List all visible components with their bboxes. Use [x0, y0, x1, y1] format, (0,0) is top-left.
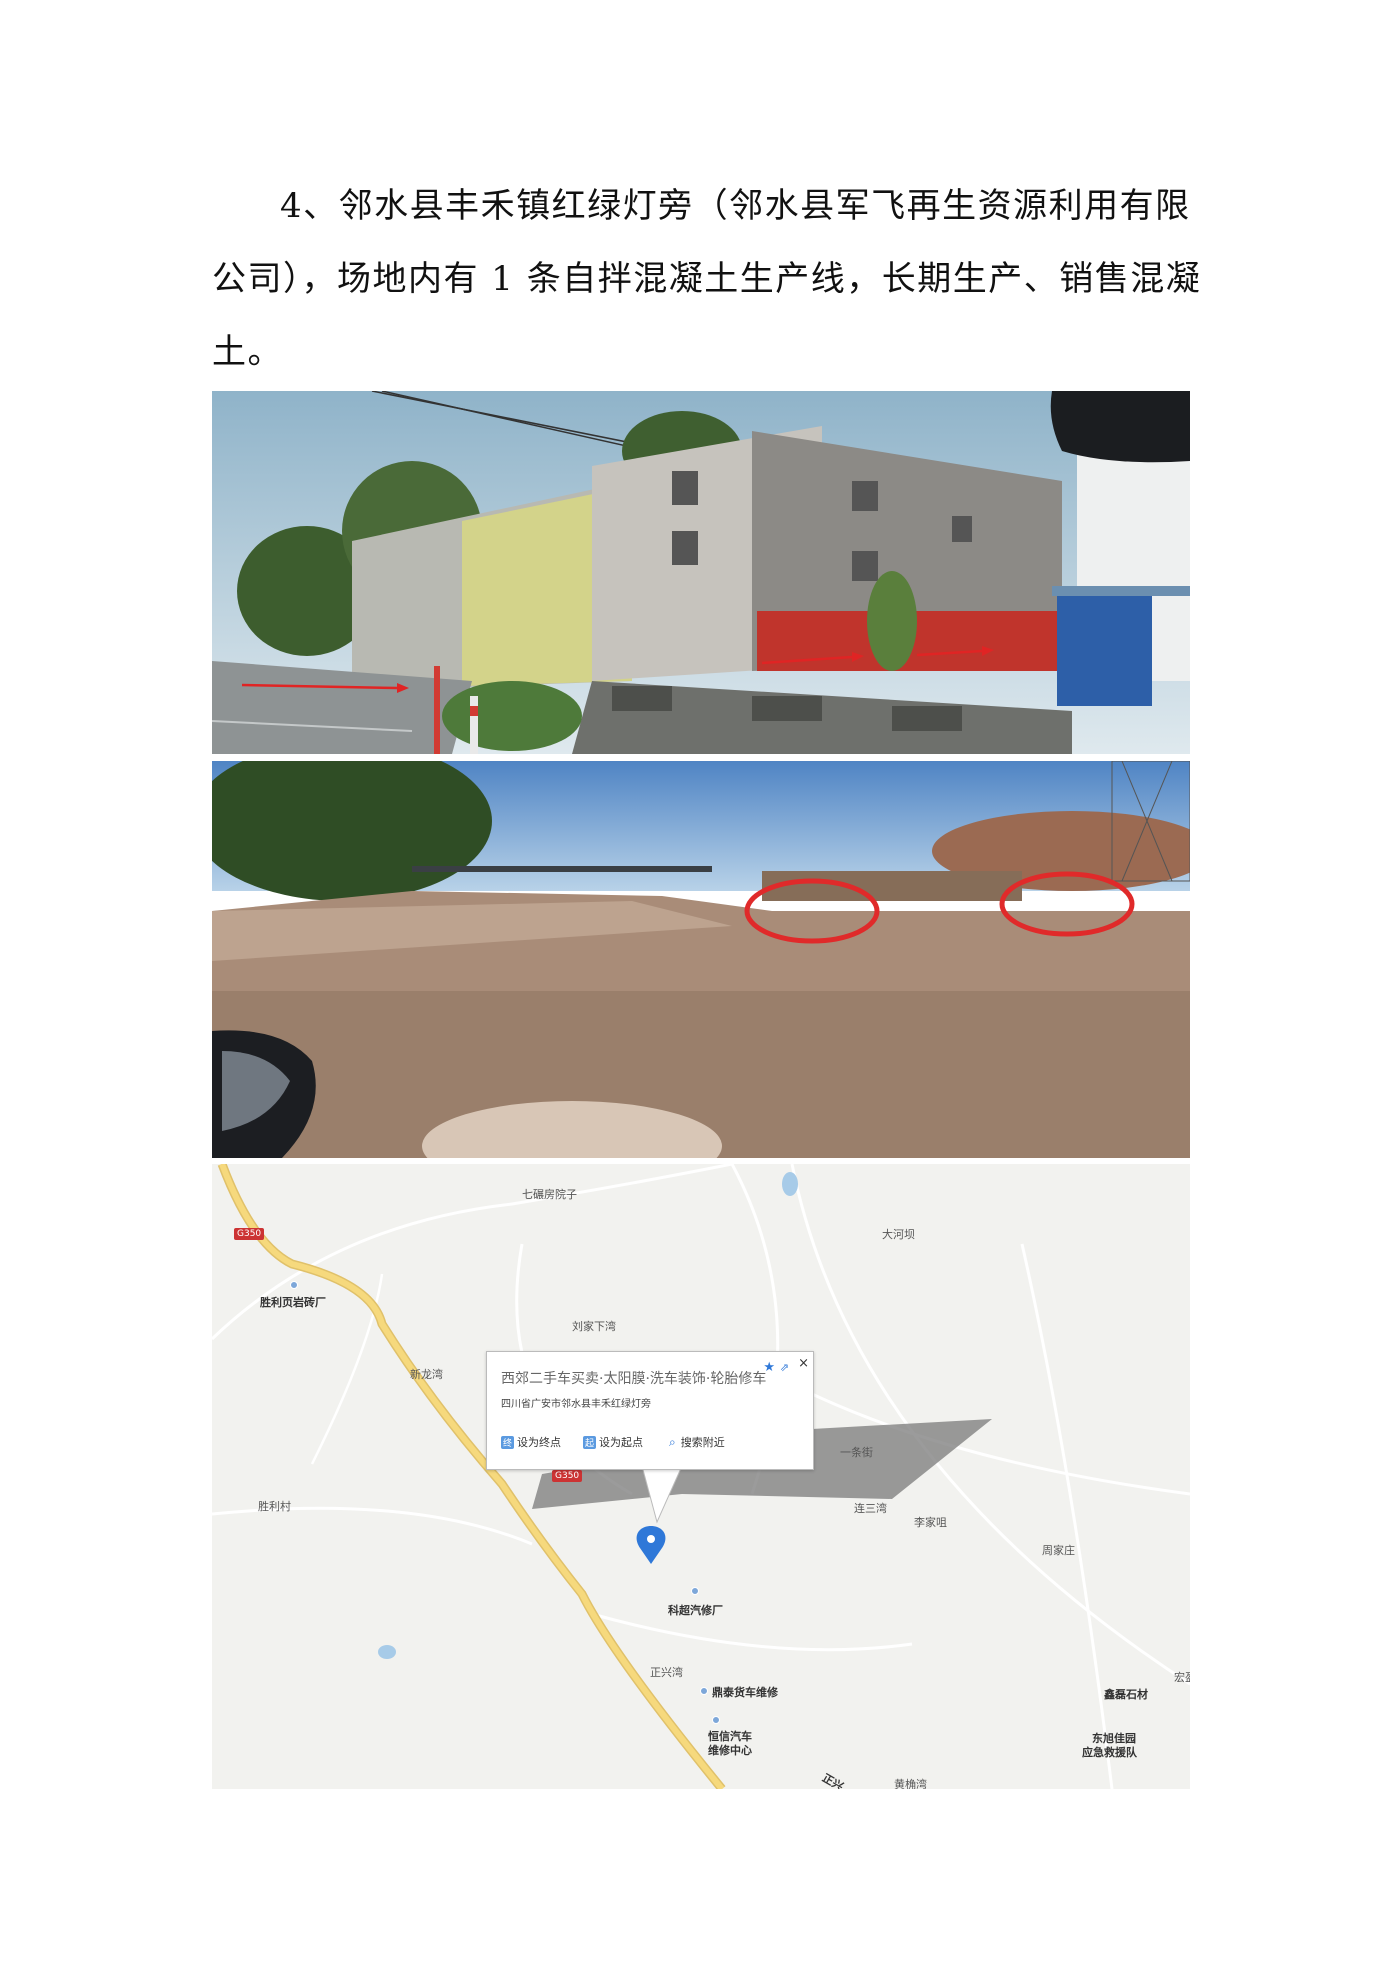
map-label-dingtai: 鼎泰货车维修: [712, 1686, 778, 1699]
search-nearby-label: 搜索附近: [680, 1436, 725, 1449]
search-nearby-button[interactable]: ⌕ 搜索附近: [667, 1434, 725, 1450]
map-label-hong: 宏盈: [1174, 1671, 1190, 1684]
start-point-icon: 起: [583, 1436, 597, 1449]
map-label-shenglicun: 胜利村: [258, 1500, 291, 1513]
paragraph-line-2: 公司），场地内有 1 条自拌混凝土生产线，长期生产、销售混凝: [212, 259, 1202, 299]
map-label-hengxin-2: 维修中心: [708, 1744, 752, 1757]
mixing-site-image: [212, 761, 1190, 1158]
search-icon: ⌕: [669, 1435, 676, 1449]
street-building-image: [212, 391, 1190, 754]
map-label-yitiaojie: 一条街: [840, 1446, 873, 1459]
map-label-xinlongwan: 新龙湾: [410, 1368, 443, 1381]
map-label-kechao: 科超汽修厂: [668, 1604, 723, 1617]
paragraph: 4、邻水县丰禾镇红绿灯旁（邻水县军飞再生资源利用有限 公司），场地内有 1 条自…: [212, 170, 1202, 389]
map-label-xinlei: 鑫磊石材: [1104, 1688, 1148, 1701]
poi-dot: [691, 1587, 699, 1595]
map-label-dahekan: 大河坝: [882, 1228, 915, 1241]
map-label-dongxu-2: 应急救援队: [1082, 1746, 1137, 1759]
highway-shield: G350: [234, 1228, 265, 1240]
map-label-shengli-brick: 胜利页岩砖厂: [260, 1296, 326, 1309]
set-start-button[interactable]: 起设为起点: [583, 1434, 643, 1450]
map-roads: [212, 1164, 1190, 1789]
map-label-zhoujiazhuang: 周家庄: [1042, 1544, 1075, 1557]
mixing-site-photo: [212, 761, 1190, 1158]
map-label-qijiafang: 七碾房院子: [522, 1188, 577, 1201]
location-map[interactable]: G350 G350 七碾房院子 大河坝 胜利页岩砖厂 刘家下湾 新龙湾 一条街 …: [212, 1164, 1190, 1789]
map-label-liansanwan: 连三湾: [854, 1502, 887, 1515]
paragraph-line-1: 4、邻水县丰禾镇红绿灯旁（邻水县军飞再生资源利用有限: [280, 186, 1191, 226]
popup-address: 四川省广安市邻水县丰禾红绿灯旁: [501, 1399, 651, 1410]
highway-shield-2: G350: [552, 1470, 583, 1482]
set-start-label: 设为起点: [599, 1436, 644, 1449]
map-label-lijiazui: 李家咀: [914, 1516, 947, 1529]
poi-dot: [700, 1687, 708, 1695]
favorite-star-icon[interactable]: ★: [763, 1360, 775, 1375]
end-point-icon: 终: [501, 1436, 515, 1449]
paragraph-line-3: 土。: [212, 332, 283, 372]
poi-dot: [290, 1281, 298, 1289]
street-building-photo: [212, 391, 1190, 754]
popup-title: 西郊二手车买卖·太阳膜·洗车装饰·轮胎修车: [501, 1371, 767, 1387]
poi-dot: [712, 1716, 720, 1724]
map-label-huangjiawan: 黄桷湾: [894, 1778, 927, 1789]
set-end-label: 设为终点: [517, 1436, 562, 1449]
share-icon[interactable]: ⇗: [780, 1361, 789, 1374]
set-end-button[interactable]: 终设为终点: [501, 1434, 561, 1450]
map-label-zhengxingwan: 正兴湾: [650, 1666, 683, 1679]
poi-info-popup: 西郊二手车买卖·太阳膜·洗车装饰·轮胎修车 ★ ⇗ × 四川省广安市邻水县丰禾红…: [486, 1351, 814, 1470]
close-icon[interactable]: ×: [798, 1356, 809, 1371]
map-label-liujiaxiawan: 刘家下湾: [572, 1320, 616, 1333]
